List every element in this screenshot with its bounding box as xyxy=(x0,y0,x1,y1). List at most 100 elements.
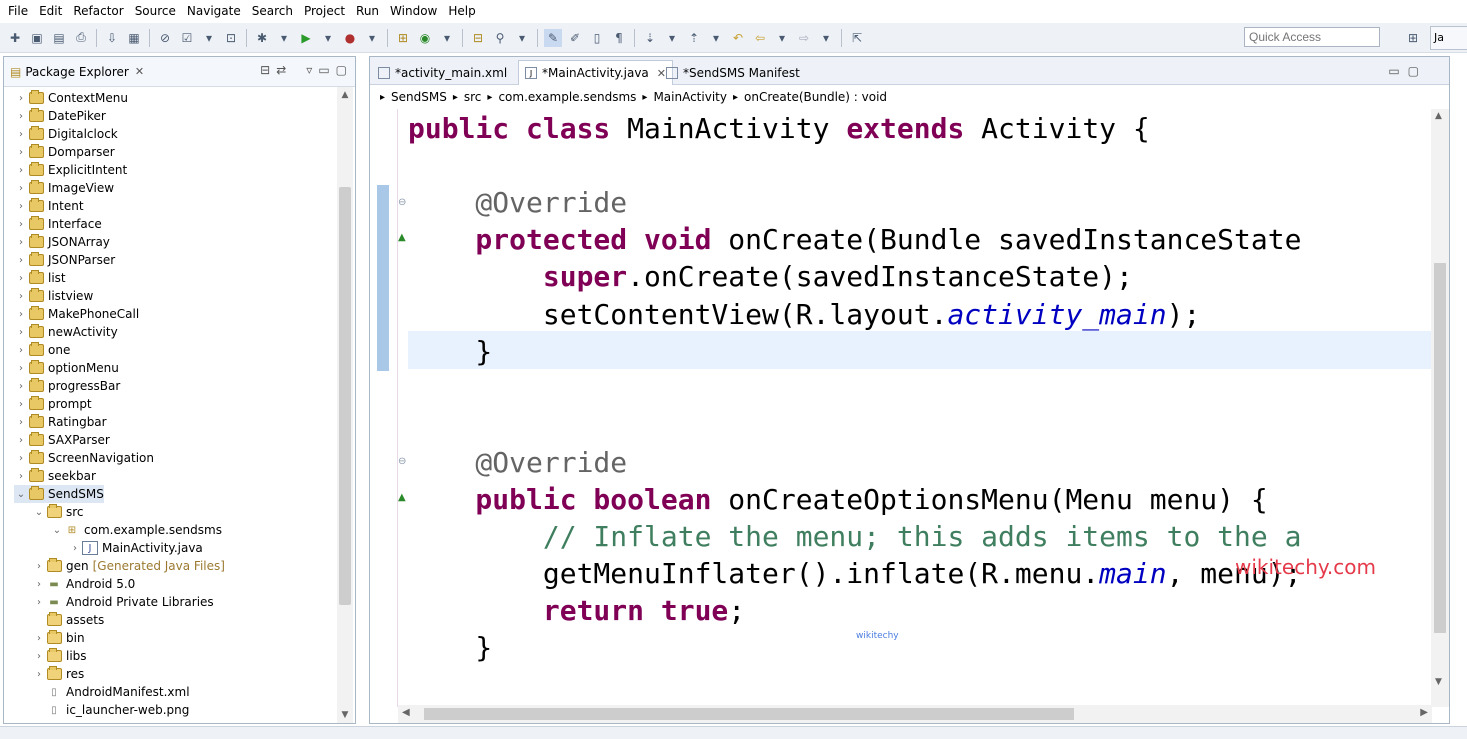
code-line[interactable]: getMenuInflater().inflate(R.menu.main, m… xyxy=(408,555,1302,592)
forward-icon[interactable]: ⇨ xyxy=(795,29,813,47)
scrollbar-thumb[interactable] xyxy=(1434,263,1446,633)
chevron-right-icon[interactable]: › xyxy=(14,273,28,284)
dropdown-arrow-icon[interactable]: ▾ xyxy=(513,29,531,47)
previous-annotation-icon[interactable]: ⇡ xyxy=(685,29,703,47)
code-line[interactable]: @Override xyxy=(408,444,627,481)
external-tools-icon[interactable]: ● xyxy=(341,29,359,47)
dropdown-arrow-icon[interactable]: ▾ xyxy=(663,29,681,47)
tree-item[interactable]: assets xyxy=(32,611,104,629)
save-all-icon[interactable]: ▤ xyxy=(50,29,68,47)
chevron-right-icon[interactable]: › xyxy=(32,597,46,608)
chevron-right-icon[interactable]: › xyxy=(14,219,28,230)
tree-item[interactable]: › J MainActivity.java xyxy=(68,539,203,557)
quick-access-input[interactable] xyxy=(1244,27,1380,47)
tree-item[interactable]: › Interface xyxy=(14,215,102,233)
tree-item[interactable]: › ▬ Android 5.0 xyxy=(32,575,135,593)
show-whitespace-icon[interactable]: ¶ xyxy=(610,29,628,47)
editor-tab[interactable]: J *MainActivity.java ✕ xyxy=(518,60,673,85)
chevron-right-icon[interactable]: › xyxy=(14,327,28,338)
chevron-right-icon[interactable]: › xyxy=(14,291,28,302)
tree-item[interactable]: › list xyxy=(14,269,66,287)
tree-item[interactable]: › libs xyxy=(32,647,87,665)
minimize-icon[interactable]: ▭ xyxy=(1388,64,1399,78)
tree-item[interactable]: › res xyxy=(32,665,84,683)
dropdown-arrow-icon[interactable]: ▾ xyxy=(319,29,337,47)
tree-item[interactable]: › JSONParser xyxy=(14,251,115,269)
editor-horizontal-scrollbar[interactable]: ◀ ▶ xyxy=(398,705,1432,723)
code-line[interactable]: super.onCreate(savedInstanceState); xyxy=(408,258,1133,295)
tree-item[interactable]: › Digitalclock xyxy=(14,125,118,143)
collapse-all-icon[interactable]: ⊟ xyxy=(260,63,270,77)
code-line[interactable]: return true; xyxy=(408,592,745,629)
menu-source[interactable]: Source xyxy=(131,0,183,23)
chevron-right-icon[interactable]: › xyxy=(14,309,28,320)
dropdown-arrow-icon[interactable]: ▾ xyxy=(773,29,791,47)
menu-edit[interactable]: Edit xyxy=(35,0,69,23)
scroll-up-icon[interactable]: ▲ xyxy=(1435,111,1442,121)
chevron-right-icon[interactable]: › xyxy=(14,471,28,482)
fold-icon[interactable]: ⊖ xyxy=(398,456,406,467)
code-line[interactable]: public class MainActivity extends Activi… xyxy=(408,110,1150,147)
breadcrumb-item[interactable]: com.example.sendsms xyxy=(498,90,636,104)
editor-tab[interactable]: *SendSMS Manifest xyxy=(660,60,806,85)
dropdown-arrow-icon[interactable]: ▾ xyxy=(200,29,218,47)
chevron-right-icon[interactable]: › xyxy=(14,201,28,212)
menu-run[interactable]: Run xyxy=(352,0,386,23)
menu-help[interactable]: Help xyxy=(444,0,482,23)
chevron-right-icon[interactable]: › xyxy=(32,561,46,572)
scroll-down-icon[interactable]: ▼ xyxy=(1435,677,1442,687)
avd-manager-icon[interactable]: ▦ xyxy=(125,29,143,47)
code-line[interactable]: } xyxy=(408,333,492,370)
tree-item[interactable]: › one xyxy=(14,341,70,359)
code-line[interactable]: setContentView(R.layout.activity_main); xyxy=(408,296,1200,333)
menu-navigate[interactable]: Navigate xyxy=(183,0,248,23)
debug-icon[interactable]: ✱ xyxy=(253,29,271,47)
menu-refactor[interactable]: Refactor xyxy=(69,0,130,23)
scrollbar-thumb[interactable] xyxy=(424,708,1074,720)
chevron-right-icon[interactable]: › xyxy=(32,651,46,662)
tree-item[interactable]: › ScreenNavigation xyxy=(14,449,154,467)
tree-item[interactable]: ▯ ic_launcher-web.png xyxy=(32,701,189,719)
link-with-editor-icon[interactable]: ⇄ xyxy=(276,63,286,77)
new-package-icon[interactable]: ⊞ xyxy=(394,29,412,47)
menu-search[interactable]: Search xyxy=(248,0,300,23)
tree-item[interactable]: › DatePiker xyxy=(14,107,106,125)
dropdown-arrow-icon[interactable]: ▾ xyxy=(275,29,293,47)
tree-item[interactable]: › Domparser xyxy=(14,143,115,161)
scrollbar-thumb[interactable] xyxy=(339,187,351,605)
tree-item[interactable]: ⌄ SendSMS xyxy=(14,485,104,503)
tree-item[interactable]: › Ratingbar xyxy=(14,413,107,431)
skip-breakpoints-icon[interactable]: ⊘ xyxy=(156,29,174,47)
chevron-right-icon[interactable]: › xyxy=(14,381,28,392)
breadcrumb-item[interactable]: src xyxy=(464,90,482,104)
tree-item[interactable]: › progressBar xyxy=(14,377,120,395)
chevron-right-icon[interactable]: › xyxy=(14,345,28,356)
dropdown-arrow-icon[interactable]: ▾ xyxy=(817,29,835,47)
chevron-right-icon[interactable]: › xyxy=(14,237,28,248)
minimize-icon[interactable]: ▭ xyxy=(318,63,329,77)
tree-item[interactable]: › prompt xyxy=(14,395,92,413)
code-line[interactable]: @Override xyxy=(408,184,627,221)
search-icon[interactable]: ⚲ xyxy=(491,29,509,47)
fold-icon[interactable]: ⊖ xyxy=(398,197,406,208)
java-perspective-button[interactable]: Ja xyxy=(1430,26,1467,50)
code-area[interactable]: ⊖ ▲ ⊖ ▲ public class MainActivity extend… xyxy=(370,109,1432,707)
tree-item[interactable]: › MakePhoneCall xyxy=(14,305,139,323)
next-annotation-icon[interactable]: ⇣ xyxy=(641,29,659,47)
breadcrumb-item[interactable]: MainActivity xyxy=(653,90,727,104)
chevron-right-icon[interactable]: › xyxy=(14,435,28,446)
scroll-left-icon[interactable]: ◀ xyxy=(402,707,410,718)
chevron-right-icon[interactable]: › xyxy=(32,633,46,644)
tree-item[interactable]: › SAXParser xyxy=(14,431,110,449)
chevron-right-icon[interactable]: › xyxy=(14,255,28,266)
tree-item[interactable]: › listview xyxy=(14,287,93,305)
package-explorer-scrollbar[interactable]: ▲ ▼ xyxy=(337,87,353,723)
chevron-right-icon[interactable]: › xyxy=(14,93,28,104)
chevron-right-icon[interactable]: › xyxy=(14,111,28,122)
chevron-right-icon[interactable]: › xyxy=(32,579,46,590)
menu-window[interactable]: Window xyxy=(386,0,444,23)
breadcrumb-item[interactable]: SendSMS xyxy=(391,90,447,104)
tree-item[interactable]: › bin xyxy=(32,629,85,647)
pin-editor-icon[interactable]: ⇱ xyxy=(848,29,866,47)
print-icon[interactable]: ⎙ xyxy=(72,29,90,47)
